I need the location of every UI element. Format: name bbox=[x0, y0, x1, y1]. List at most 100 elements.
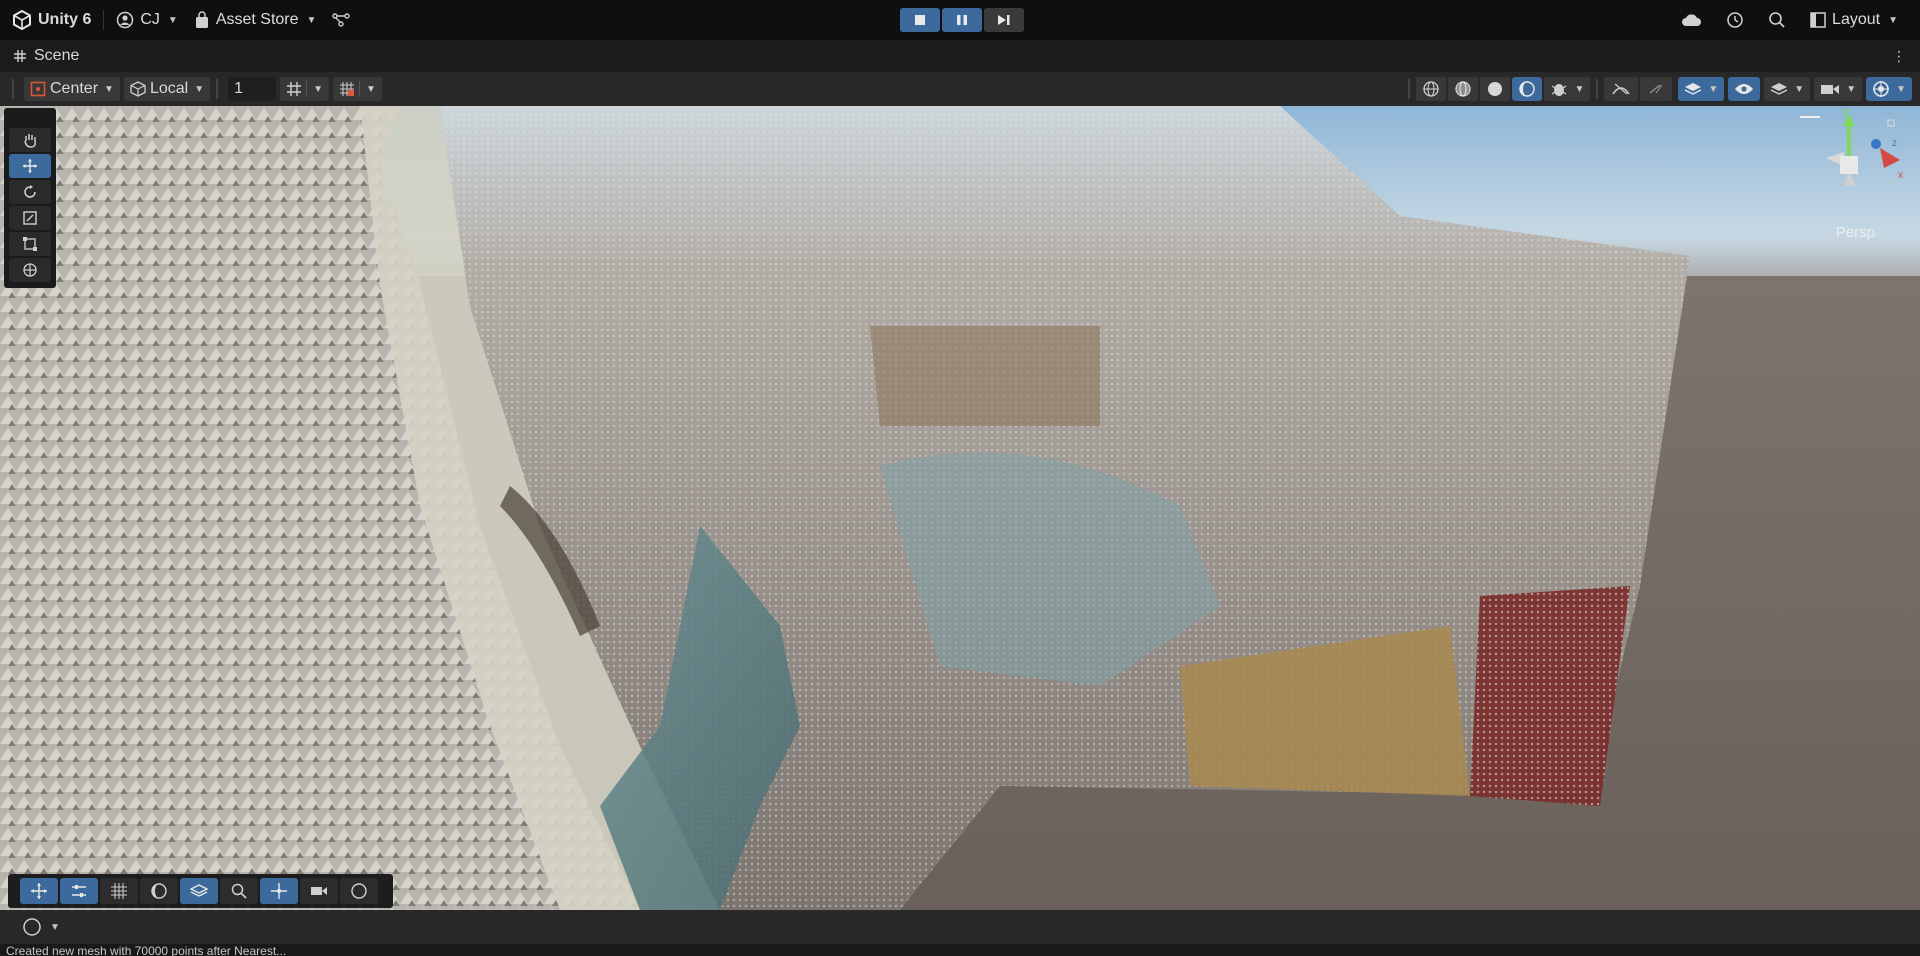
chevron-down-icon: ▼ bbox=[1846, 83, 1857, 95]
gizmos-icon bbox=[1872, 80, 1890, 98]
scene-view-options: ▼ ▼ ▼ ▼ ▼ bbox=[1402, 77, 1912, 101]
topbar-right: Layout ▼ bbox=[1680, 0, 1920, 40]
more-options-icon[interactable]: ⋮ bbox=[1892, 48, 1906, 65]
account-icon bbox=[116, 11, 134, 29]
hand-tool-button[interactable] bbox=[9, 128, 51, 152]
gizmos-dropdown[interactable]: ▼ bbox=[1866, 77, 1912, 101]
scene-viewport[interactable]: y z x Persp bbox=[0, 106, 1920, 910]
moon-sphere-icon bbox=[150, 882, 168, 900]
navigation-overlay-button[interactable] bbox=[340, 878, 378, 904]
grid-size-input[interactable]: 1 bbox=[228, 77, 277, 101]
account-dropdown[interactable]: CJ ▼ bbox=[108, 0, 185, 40]
point-cloud-mesh bbox=[0, 106, 1690, 910]
scale-icon bbox=[22, 210, 38, 226]
layers-icon bbox=[190, 882, 208, 900]
chevron-down-icon[interactable]: ▼ bbox=[50, 922, 60, 933]
camera-icon bbox=[310, 882, 328, 900]
debug-draw-mode-dropdown[interactable]: ▼ bbox=[1544, 77, 1591, 101]
search-overlay-button[interactable] bbox=[220, 878, 258, 904]
scene-tab-label: Scene bbox=[34, 47, 80, 64]
2d-toggle-button[interactable] bbox=[1604, 77, 1639, 101]
version-control-button[interactable] bbox=[324, 0, 358, 40]
shaded-button[interactable] bbox=[1480, 77, 1511, 101]
chevron-down-icon: ▼ bbox=[194, 83, 205, 95]
status-bar: Created new mesh with 70000 points after… bbox=[0, 944, 1920, 956]
chevron-down-icon: ▼ bbox=[104, 83, 114, 95]
divider bbox=[216, 79, 219, 99]
camera-overlay-button[interactable] bbox=[300, 878, 338, 904]
lighting-overlay-button[interactable] bbox=[140, 878, 178, 904]
grid-snap-icon bbox=[286, 81, 302, 97]
align-overlay-button[interactable] bbox=[60, 878, 98, 904]
unlit-button[interactable] bbox=[1512, 77, 1543, 101]
toolbar-grip bbox=[12, 79, 14, 99]
increment-snap-button[interactable]: ▼ bbox=[333, 77, 382, 101]
pivot-overlay-button[interactable] bbox=[260, 878, 298, 904]
svg-text:z: z bbox=[1892, 138, 1897, 149]
shopping-bag-icon bbox=[194, 11, 210, 29]
layout-label: Layout bbox=[1832, 11, 1881, 28]
pivot-center-icon bbox=[30, 81, 46, 97]
2d-mode-icon bbox=[1610, 81, 1632, 97]
pause-button[interactable] bbox=[942, 8, 982, 32]
asset-store-dropdown[interactable]: Asset Store ▼ bbox=[186, 0, 325, 40]
layout-icon bbox=[1810, 12, 1826, 28]
layers-dropdown[interactable]: ▼ bbox=[1764, 77, 1811, 101]
compass-icon bbox=[350, 882, 368, 900]
rect-tool-button[interactable] bbox=[9, 232, 51, 256]
grid-icon bbox=[110, 882, 128, 900]
app-title: Unity 6 bbox=[38, 11, 92, 28]
unity-menu[interactable]: Unity 6 bbox=[0, 0, 99, 40]
step-icon bbox=[997, 14, 1011, 26]
layers-overlay-button[interactable] bbox=[180, 878, 218, 904]
effects-dropdown[interactable]: ▼ bbox=[1678, 77, 1725, 101]
history-icon[interactable] bbox=[1726, 11, 1744, 29]
chevron-down-icon: ▼ bbox=[313, 83, 323, 95]
transform-tools-overlay bbox=[4, 108, 56, 288]
version-control-icon bbox=[332, 12, 351, 28]
search-icon bbox=[230, 882, 248, 900]
transform-tool-button[interactable] bbox=[9, 258, 51, 282]
lock-icon[interactable] bbox=[1887, 119, 1895, 127]
camera-settings-dropdown[interactable]: ▼ bbox=[1814, 77, 1863, 101]
rect-transform-icon bbox=[22, 236, 38, 252]
grid-hash-icon bbox=[14, 50, 26, 62]
chevron-down-icon: ▼ bbox=[1708, 83, 1719, 95]
chevron-down-icon: ▼ bbox=[1896, 83, 1906, 95]
step-button[interactable] bbox=[984, 8, 1024, 32]
rotate-tool-button[interactable] bbox=[9, 180, 51, 204]
move-tool-button[interactable] bbox=[9, 154, 51, 178]
main-toolbar: Unity 6 CJ ▼ Asset Store ▼ Layout ▼ bbox=[0, 0, 1920, 40]
scale-tool-button[interactable] bbox=[9, 206, 51, 230]
compass-icon[interactable] bbox=[22, 917, 42, 937]
wireframe-shading-button[interactable] bbox=[1416, 77, 1447, 101]
audio-toggle-button[interactable] bbox=[1640, 77, 1673, 101]
camera-icon bbox=[1820, 82, 1840, 96]
pivot-rotation-dropdown[interactable]: Local ▼ bbox=[123, 77, 211, 101]
scene-visibility-button[interactable] bbox=[1728, 77, 1761, 101]
move-overlay-button[interactable] bbox=[20, 878, 58, 904]
grid-snap-button[interactable]: ▼ bbox=[280, 77, 329, 101]
stop-button[interactable] bbox=[900, 8, 940, 32]
audio-mute-icon bbox=[1646, 81, 1666, 97]
chevron-down-icon: ▼ bbox=[167, 14, 178, 26]
hand-icon bbox=[22, 132, 38, 148]
pivot-mode-dropdown[interactable]: Center ▼ bbox=[24, 77, 120, 101]
grid-overlay-button[interactable] bbox=[100, 878, 138, 904]
projection-label[interactable]: Persp bbox=[1836, 224, 1875, 241]
chevron-down-icon: ▼ bbox=[366, 83, 376, 95]
scene-tab[interactable]: Scene ⋮ bbox=[0, 40, 1920, 72]
pivot-mode-label: Center bbox=[50, 80, 99, 97]
increment-snap-icon bbox=[339, 81, 355, 97]
search-icon[interactable] bbox=[1768, 11, 1786, 29]
move-arrows-icon bbox=[30, 882, 48, 900]
cloud-icon[interactable] bbox=[1680, 12, 1702, 28]
bug-icon bbox=[1550, 80, 1568, 98]
layout-dropdown[interactable]: Layout ▼ bbox=[1802, 0, 1906, 40]
status-message[interactable]: Created new mesh with 70000 points after… bbox=[6, 944, 286, 956]
shaded-wireframe-button[interactable] bbox=[1448, 77, 1479, 101]
chevron-down-icon: ▼ bbox=[306, 14, 317, 26]
shaded-wireframe-icon bbox=[1454, 80, 1472, 98]
chevron-down-icon: ▼ bbox=[1574, 83, 1585, 95]
gizmo-drag-handle[interactable] bbox=[1800, 116, 1820, 118]
